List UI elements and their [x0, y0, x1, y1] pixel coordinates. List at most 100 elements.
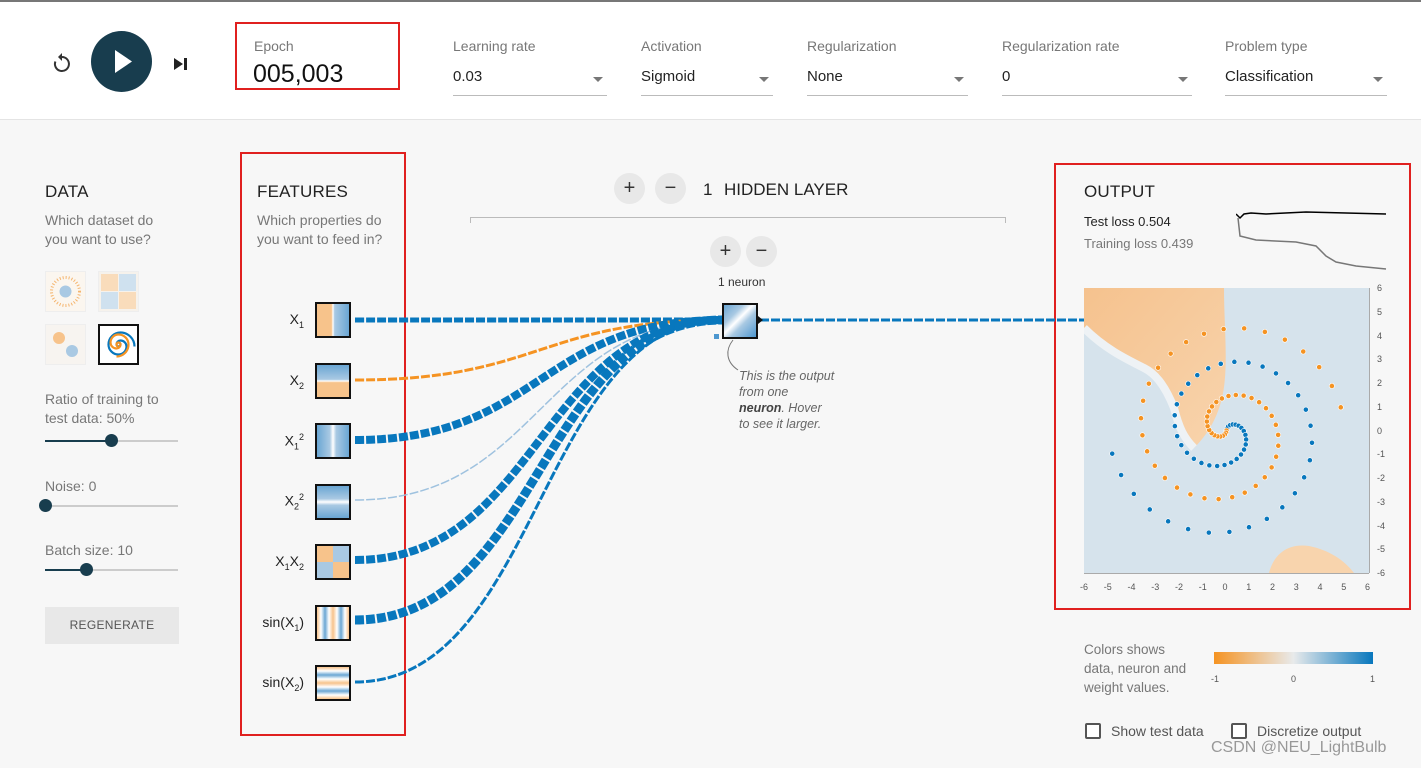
data-point: [1213, 399, 1220, 405]
data-point: [1167, 350, 1174, 357]
data-point: [1185, 380, 1192, 387]
data-point: [1171, 423, 1178, 429]
data-point: [1214, 463, 1221, 469]
y-tick-label: 3: [1377, 354, 1383, 365]
data-point: [1209, 403, 1215, 410]
neuron-arrow: [758, 316, 763, 324]
x-tick-label: 0: [1222, 582, 1228, 592]
data-point: [1194, 372, 1201, 379]
data-point: [1263, 515, 1270, 522]
data-point: [1275, 432, 1282, 438]
x-tick-label: -1: [1198, 582, 1207, 592]
data-point: [1295, 392, 1302, 399]
data-point: [1226, 529, 1233, 535]
data-point: [1201, 330, 1207, 337]
data-point: [1145, 380, 1152, 387]
color-legend-bar: [1214, 652, 1373, 664]
y-tick-label: 6: [1377, 283, 1383, 293]
data-point: [1243, 436, 1250, 443]
data-point: [1162, 475, 1168, 481]
data-point: [1279, 504, 1286, 511]
data-point: [1225, 393, 1232, 399]
y-axis-line: [1369, 288, 1370, 573]
data-point: [1272, 421, 1279, 428]
data-point: [1178, 390, 1185, 397]
data-point: [1139, 432, 1146, 439]
x-axis-line: [1084, 573, 1369, 574]
data-point: [1174, 433, 1181, 440]
y-tick-label: -2: [1377, 473, 1386, 483]
y-tick-label: 5: [1377, 306, 1383, 317]
data-point: [1204, 413, 1211, 420]
data-point: [1337, 404, 1344, 411]
discretize-output-checkbox[interactable]: [1231, 723, 1247, 739]
show-test-data-checkbox[interactable]: [1085, 723, 1101, 739]
data-point: [1187, 491, 1194, 498]
x-tick-label: -4: [1127, 582, 1136, 592]
data-point: [1217, 360, 1224, 367]
data-point: [1206, 462, 1213, 469]
y-tick-label: 4: [1377, 330, 1383, 341]
data-point: [1241, 489, 1248, 496]
data-point: [1184, 449, 1190, 456]
data-point: [1252, 482, 1259, 489]
color-legend-text: Colors shows data, neuron and weight val…: [1084, 642, 1187, 695]
y-tick-label: 2: [1377, 378, 1383, 388]
link-sin-x1: [354, 315, 723, 625]
data-point: [1233, 456, 1240, 462]
data-point: [1229, 494, 1236, 501]
watermark: CSDN @NEU_LightBulb: [1211, 739, 1387, 756]
data-point: [1201, 495, 1208, 502]
data-point: [1118, 472, 1124, 478]
data-point: [1174, 484, 1180, 491]
data-point: [1309, 439, 1315, 446]
output-heatmap[interactable]: [1084, 288, 1369, 573]
data-point: [1261, 329, 1268, 335]
loss-chart: [1236, 211, 1387, 270]
data-point: [1329, 383, 1335, 389]
data-point: [1246, 524, 1252, 531]
data-point: [1273, 453, 1280, 460]
data-point: [1140, 397, 1147, 404]
data-point: [1268, 464, 1275, 471]
data-point: [1316, 364, 1323, 371]
data-point: [1109, 450, 1116, 457]
data-point: [1306, 457, 1313, 464]
y-tick-label: 1: [1377, 401, 1383, 412]
data-point: [1205, 365, 1212, 372]
link-x1-squared: [354, 316, 723, 444]
y-tick-label: -4: [1377, 520, 1386, 531]
data-point: [1275, 442, 1282, 449]
test-loss: Test loss 0.504: [1084, 214, 1171, 229]
data-point: [1198, 460, 1205, 466]
legend-max: 1: [1370, 674, 1376, 684]
show-test-data-label: Show test data: [1111, 723, 1204, 739]
data-point: [1151, 462, 1158, 469]
link-sin-x2: [354, 318, 723, 684]
hidden-neuron[interactable]: [722, 303, 758, 339]
data-point: [1165, 518, 1172, 525]
data-point: [1173, 401, 1180, 408]
data-point: [1285, 380, 1291, 386]
y-tick-label: -5: [1377, 544, 1386, 555]
data-point: [1268, 412, 1275, 419]
x-tick-label: 2: [1270, 582, 1276, 592]
data-point: [1146, 506, 1153, 513]
data-point: [1301, 474, 1308, 481]
data-point: [1190, 455, 1197, 462]
data-point: [1185, 526, 1192, 532]
x-tick-label: 5: [1341, 582, 1347, 592]
data-point: [1155, 364, 1162, 371]
data-point: [1238, 451, 1244, 458]
data-point: [1178, 442, 1185, 449]
neuron-tooltip: This is the output from one neuron. Hove…: [739, 369, 835, 431]
data-point: [1256, 399, 1263, 406]
data-point: [1300, 348, 1307, 355]
training-loss: Training loss 0.439: [1084, 236, 1194, 251]
link-x1x2: [354, 316, 723, 564]
discretize-output-label: Discretize output: [1257, 723, 1362, 739]
data-point: [1307, 422, 1314, 429]
data-point: [1241, 446, 1247, 453]
legend-min: -1: [1211, 674, 1220, 684]
data-point: [1232, 392, 1239, 398]
